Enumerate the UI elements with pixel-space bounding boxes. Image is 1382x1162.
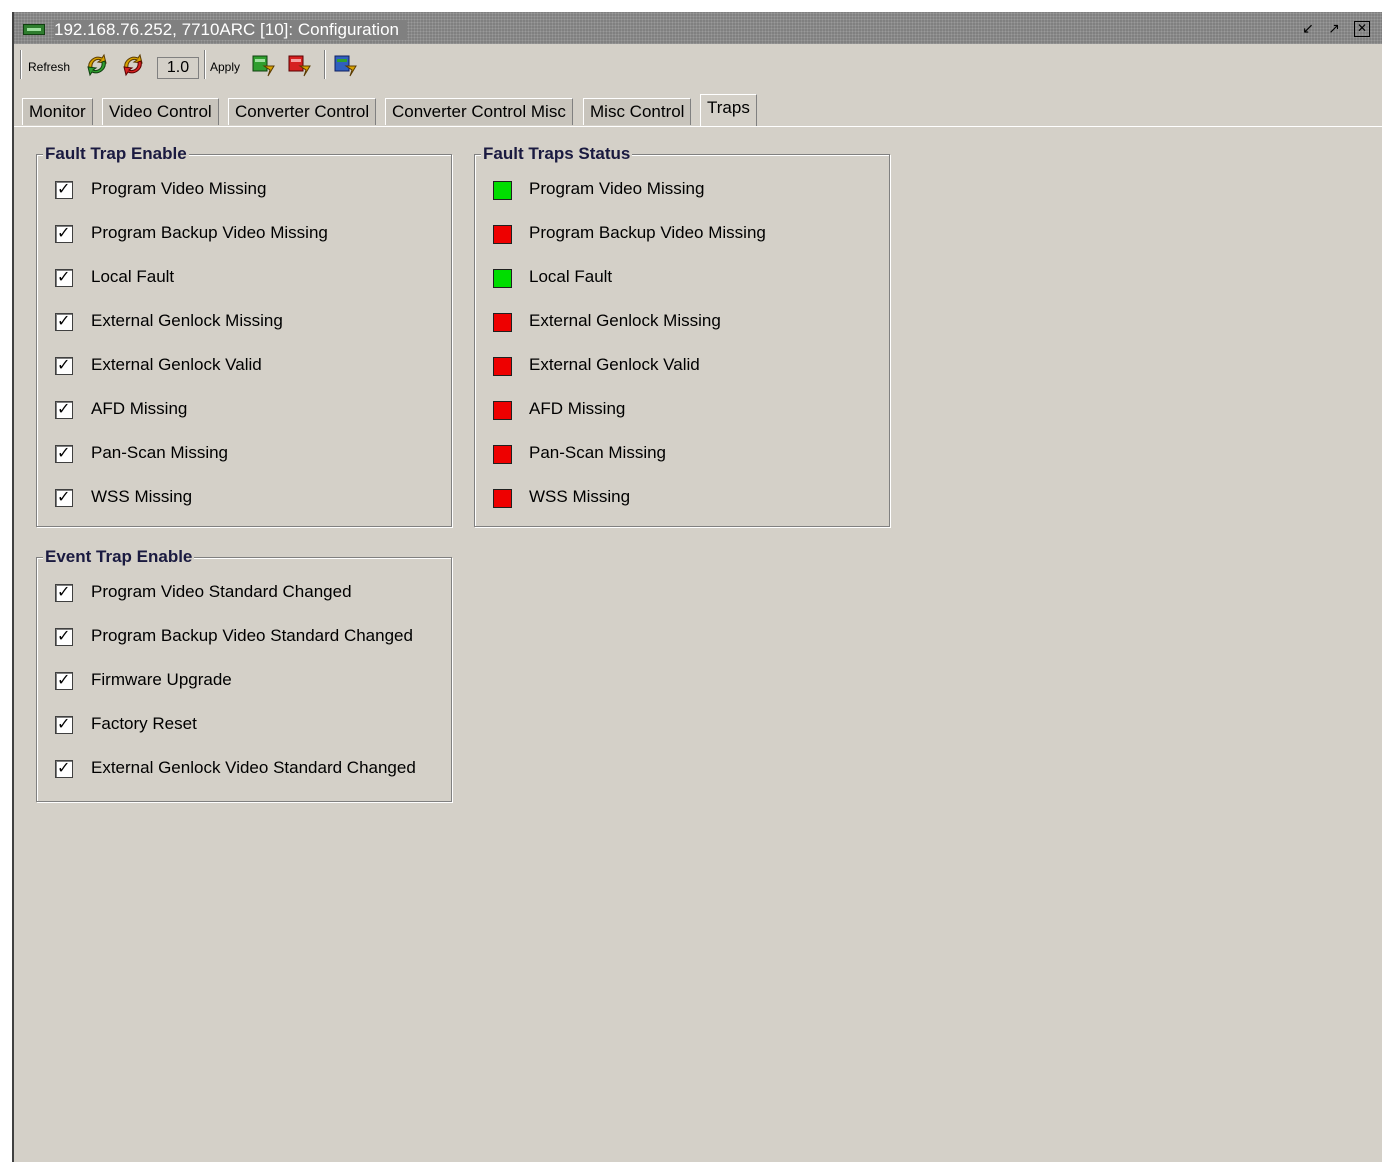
maximize-icon[interactable]: ↗ [1326,21,1342,37]
checkbox[interactable] [55,714,73,734]
version-field[interactable]: 1.0 [157,57,199,79]
status-label: Program Backup Video Missing [529,223,766,242]
fault-trap-label: Local Fault [91,267,175,286]
checkbox[interactable] [55,267,73,287]
toolbar: Refresh 1.0 Apply [14,46,1382,86]
fault-trap-label: External Genlock Valid [91,355,262,374]
apply-green-icon[interactable] [250,52,276,78]
checkbox[interactable] [55,223,73,243]
status-label: Program Video Missing [529,179,705,198]
status-indicator [493,401,512,420]
status-label: External Genlock Valid [529,355,700,374]
toolbar-separator [20,50,22,79]
fault-trap-label: Program Backup Video Missing [91,223,328,242]
fault-trap-label: WSS Missing [91,487,193,506]
event-trap-enable-group: Event Trap Enable Program Video Standard… [36,547,452,802]
tab-converter-control-misc[interactable]: Converter Control Misc [385,98,573,125]
refresh-green-icon[interactable] [84,52,110,78]
fault-trap-label: AFD Missing [91,399,188,418]
fault-trap-enable-title: Fault Trap Enable [43,144,189,164]
checkbox[interactable] [55,399,73,419]
tab-traps[interactable]: Traps [700,94,757,126]
checkbox[interactable] [55,355,73,375]
title-bar[interactable]: 192.168.76.252, 7710ARC [10]: Configurat… [14,12,1382,44]
checkbox[interactable] [55,443,73,463]
fault-trap-enable-group: Fault Trap Enable Program Video Missing … [36,144,452,527]
status-indicator [493,357,512,376]
refresh-red-icon[interactable] [120,52,146,78]
status-indicator [493,489,512,508]
toolbar-separator [204,50,206,79]
fault-trap-label: External Genlock Missing [91,311,283,330]
status-label: WSS Missing [529,487,631,506]
refresh-button[interactable]: Refresh [28,60,70,74]
fault-traps-status-title: Fault Traps Status [481,144,633,164]
tab-monitor[interactable]: Monitor [22,98,93,125]
restore-icon[interactable]: ↙ [1300,21,1316,37]
fault-trap-label: Program Video Missing [91,179,267,198]
checkbox[interactable] [55,626,73,646]
status-label: AFD Missing [529,399,626,418]
status-indicator [493,313,512,332]
apply-red-icon[interactable] [286,52,312,78]
fault-trap-label: Pan-Scan Missing [91,443,229,462]
apply-button[interactable]: Apply [210,60,240,74]
tab-converter-control[interactable]: Converter Control [228,98,377,125]
toolbar-separator [324,50,326,79]
status-indicator [493,225,512,244]
checkbox[interactable] [55,487,73,507]
tab-misc-control[interactable]: Misc Control [583,98,692,125]
tab-video-control[interactable]: Video Control [102,98,219,125]
window-title: 192.168.76.252, 7710ARC [10]: Configurat… [54,20,407,40]
close-icon[interactable]: ✕ [1354,21,1370,37]
status-label: External Genlock Missing [529,311,721,330]
device-card-icon [23,24,45,35]
checkbox[interactable] [55,582,73,602]
event-trap-label: Program Backup Video Standard Changed [91,626,413,645]
event-trap-label: External Genlock Video Standard Changed [91,758,416,777]
fault-traps-status-group: Fault Traps Status Program Video Missing… [474,144,890,527]
status-indicator [493,181,512,200]
configuration-window: 192.168.76.252, 7710ARC [10]: Configurat… [12,12,1382,1162]
event-trap-label: Firmware Upgrade [91,670,232,689]
status-indicator [493,269,512,288]
checkbox[interactable] [55,311,73,331]
checkbox[interactable] [55,179,73,199]
status-indicator [493,445,512,464]
event-trap-label: Factory Reset [91,714,197,733]
status-label: Local Fault [529,267,613,286]
apply-blue-icon[interactable] [332,52,358,78]
event-trap-enable-title: Event Trap Enable [43,547,195,567]
event-trap-label: Program Video Standard Changed [91,582,352,601]
status-label: Pan-Scan Missing [529,443,667,462]
checkbox[interactable] [55,758,73,778]
tab-strip: Monitor Video Control Converter Control … [14,94,1382,127]
checkbox[interactable] [55,670,73,690]
